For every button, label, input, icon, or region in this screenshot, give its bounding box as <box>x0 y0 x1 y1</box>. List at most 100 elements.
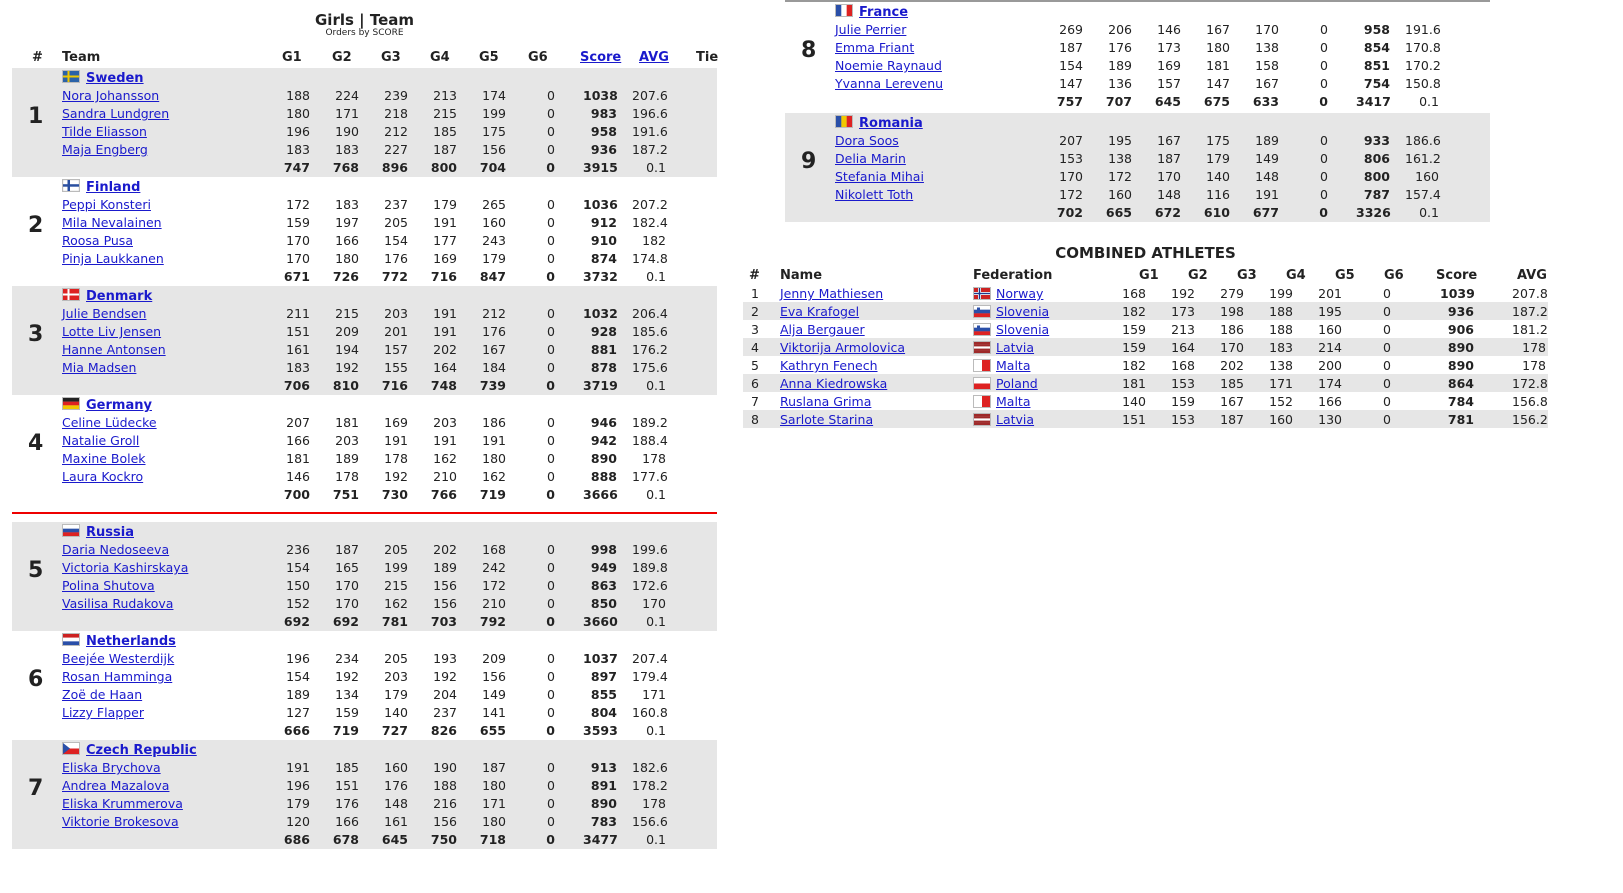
athlete-row: 1 Jenny Mathiesen Norway 168 192 279 199 201 0 10… <box>743 284 1548 302</box>
team-link[interactable]: Denmark <box>86 289 152 304</box>
player-name-link[interactable]: Natalie Groll <box>62 433 139 448</box>
player-name-link[interactable]: Beejée Westerdijk <box>62 651 174 666</box>
team-link[interactable]: Czech Republic <box>86 743 197 758</box>
player-name-link[interactable]: Pinja Laukkanen <box>62 251 164 266</box>
player-name-link[interactable]: Andrea Mazalova <box>62 778 169 793</box>
player-name-link[interactable]: Nikolett Toth <box>835 187 913 202</box>
player-name-link[interactable]: Maja Engberg <box>62 142 148 157</box>
federation-link[interactable]: Poland <box>996 376 1038 391</box>
player-name-link[interactable]: Rosan Hamminga <box>62 669 172 684</box>
player-total-score: 958 <box>590 124 617 139</box>
player-name-link[interactable]: Nora Johansson <box>62 88 159 103</box>
player-row: Julie Perrier 269 206 146 167 170 0 958 191.6 <box>785 20 1490 38</box>
game-score-g4: 191 <box>433 433 457 448</box>
federation-link[interactable]: Latvia <box>996 340 1034 355</box>
player-name-link[interactable]: Julie Bendsen <box>62 306 146 321</box>
player-total-score: 942 <box>590 433 617 448</box>
athlete-name-link[interactable]: Viktorija Armolovica <box>780 340 905 355</box>
player-average: 189.8 <box>632 560 668 575</box>
game-score-g2: 192 <box>335 669 359 684</box>
player-name-link[interactable]: Tilde Eliasson <box>62 124 147 139</box>
athlete-name-link[interactable]: Alja Bergauer <box>780 322 865 337</box>
team-link[interactable]: Finland <box>86 180 140 195</box>
player-name-link[interactable]: Celine Lüdecke <box>62 415 157 430</box>
game-score-g3: 170 <box>1157 169 1181 184</box>
team-link[interactable]: Russia <box>86 525 134 540</box>
player-total-score: 958 <box>1363 22 1390 37</box>
game-score-g6: 0 <box>547 687 555 702</box>
player-name-link[interactable]: Emma Friant <box>835 40 914 55</box>
game-score-g2: 209 <box>335 324 359 339</box>
game-score-g3: 186 <box>1220 322 1244 337</box>
slovenia-flag-icon <box>973 323 991 336</box>
team-link[interactable]: Romania <box>859 116 923 131</box>
player-name-link[interactable]: Polina Shutova <box>62 578 155 593</box>
game-score-g5: 184 <box>482 360 506 375</box>
player-name-link[interactable]: Victoria Kashirskaya <box>62 560 188 575</box>
player-name-link[interactable]: Mila Nevalainen <box>62 215 162 230</box>
athlete-name-link[interactable]: Eva Krafogel <box>780 304 859 319</box>
player-name-link[interactable]: Julie Perrier <box>835 22 906 37</box>
game-score-g4: 181 <box>1206 58 1230 73</box>
federation-link[interactable]: Malta <box>996 358 1030 373</box>
player-name-link[interactable]: Laura Kockro <box>62 469 143 484</box>
game-score-g4: 216 <box>433 796 457 811</box>
federation-link[interactable]: Norway <box>996 286 1043 301</box>
player-name-link[interactable]: Viktorie Brokesova <box>62 814 179 829</box>
team-link[interactable]: Germany <box>86 398 152 413</box>
player-name-link[interactable]: Peppi Konsteri <box>62 197 151 212</box>
player-name-link[interactable]: Vasilisa Rudakova <box>62 596 173 611</box>
player-name-link[interactable]: Stefania Mihai <box>835 169 924 184</box>
game-score-g4: 160 <box>1269 412 1293 427</box>
team-link[interactable]: France <box>859 5 908 20</box>
player-total-score: 1032 <box>583 306 618 321</box>
sort-score-link[interactable]: Score <box>580 50 621 65</box>
game-score-g2: 171 <box>335 106 359 121</box>
player-row: Maja Engberg 183 183 227 187 156 0 936 187.2 <box>12 140 717 158</box>
player-name-link[interactable]: Lizzy Flapper <box>62 705 144 720</box>
player-name-link[interactable]: Eliska Brychova <box>62 760 161 775</box>
player-average: 156.6 <box>632 814 668 829</box>
player-name-link[interactable]: Maxine Bolek <box>62 451 146 466</box>
game-score-g4: 237 <box>433 705 457 720</box>
federation-link[interactable]: Slovenia <box>996 304 1049 319</box>
player-name-link[interactable]: Mia Madsen <box>62 360 136 375</box>
player-name-link[interactable]: Daria Nedoseeva <box>62 542 169 557</box>
player-average: 172.6 <box>632 578 668 593</box>
athlete-name-link[interactable]: Kathryn Fenech <box>780 358 878 373</box>
player-name-link[interactable]: Dora Soos <box>835 133 899 148</box>
team-link[interactable]: Netherlands <box>86 634 176 649</box>
federation-link[interactable]: Latvia <box>996 412 1034 427</box>
team-total-average: 0.1 <box>1419 205 1439 220</box>
player-name-link[interactable]: Yvanna Lerevenu <box>835 76 943 91</box>
player-name-link[interactable]: Sandra Lundgren <box>62 106 169 121</box>
player-name-link[interactable]: Zoë de Haan <box>62 687 142 702</box>
player-name-link[interactable]: Lotte Liv Jensen <box>62 324 161 339</box>
player-row: Nora Johansson 188 224 239 213 174 0 1038 207.6 <box>12 86 717 104</box>
player-name-link[interactable]: Noemie Raynaud <box>835 58 942 73</box>
game-score-g4: 138 <box>1269 358 1293 373</box>
sort-avg-link[interactable]: AVG <box>639 50 669 65</box>
player-name-link[interactable]: Roosa Pusa <box>62 233 133 248</box>
player-row: Hanne Antonsen 161 194 157 202 167 0 881 176.2 <box>12 340 717 358</box>
federation-link[interactable]: Malta <box>996 394 1030 409</box>
federation-link[interactable]: Slovenia <box>996 322 1049 337</box>
game-score-g1: 170 <box>1059 169 1083 184</box>
player-average: 160.8 <box>632 705 668 720</box>
player-name-link[interactable]: Hanne Antonsen <box>62 342 166 357</box>
game-score-g6: 0 <box>547 705 555 720</box>
athlete-name-link[interactable]: Anna Kiedrowska <box>780 376 887 391</box>
team-block-denmark: 3 Denmark Julie Bendsen 211 215 203 191 212 0 103… <box>12 286 717 395</box>
player-name-link[interactable]: Eliska Krummerova <box>62 796 183 811</box>
game-score-g3: 199 <box>384 560 408 575</box>
game-score-g6: 0 <box>547 306 555 321</box>
game-score-g6: 0 <box>547 542 555 557</box>
athlete-name-link[interactable]: Ruslana Grima <box>780 394 871 409</box>
game-score-g4: 162 <box>433 451 457 466</box>
athlete-name-link[interactable]: Sarlote Starina <box>780 412 873 427</box>
player-total-score: 897 <box>590 669 617 684</box>
player-name-link[interactable]: Delia Marin <box>835 151 906 166</box>
team-link[interactable]: Sweden <box>86 71 144 86</box>
team-total-g5: 792 <box>479 614 506 629</box>
athlete-name-link[interactable]: Jenny Mathiesen <box>780 286 883 301</box>
